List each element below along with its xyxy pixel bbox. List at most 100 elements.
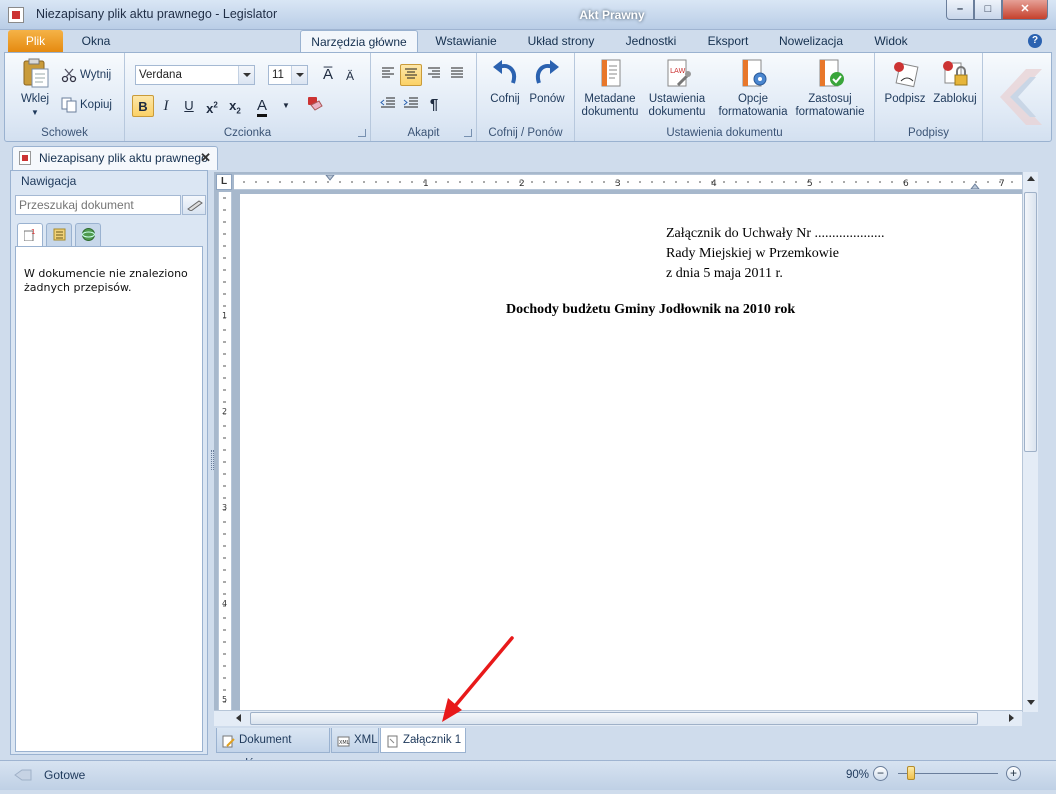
document-tab[interactable]: Niezapisany plik aktu prawnego ✕	[12, 146, 218, 170]
grow-font-button[interactable]: A̅	[317, 64, 339, 86]
bold-button[interactable]: B	[132, 95, 154, 117]
font-family-select[interactable]: Verdana	[135, 65, 255, 85]
tab-stop-selector[interactable]: L	[216, 174, 232, 190]
close-button[interactable]: ✕	[1002, 0, 1048, 20]
metadata-button[interactable]: Metadane dokumentu	[579, 57, 641, 119]
font-color-button[interactable]: A	[251, 95, 273, 117]
subscript-button[interactable]: x2	[224, 95, 246, 117]
copy-icon	[61, 97, 77, 113]
superscript-button[interactable]: x2	[201, 95, 223, 117]
apply-formatting-button[interactable]: Zastosuj formatowanie	[793, 57, 867, 119]
sign-button[interactable]: Podpisz	[881, 57, 929, 106]
no-provisions-message: W dokumencie nie znaleziono żadnych prze…	[24, 267, 188, 294]
document-heading: Dochody budżetu Gminy Jodłownik na 2010 …	[506, 302, 796, 317]
tab-file[interactable]: Plik	[8, 30, 63, 52]
tab-view[interactable]: Widok	[864, 30, 918, 52]
title-bar: Niezapisany plik aktu prawnego - Legisla…	[0, 0, 1056, 30]
horizontal-scroll-thumb[interactable]	[250, 712, 978, 725]
app-icon[interactable]	[8, 7, 24, 23]
vertical-scrollbar[interactable]	[1022, 172, 1038, 712]
zoom-out-button[interactable]: −	[873, 766, 888, 781]
font-dialog-launcher[interactable]	[358, 129, 366, 137]
tab-links[interactable]	[75, 223, 101, 246]
search-input[interactable]	[15, 195, 181, 215]
tab-provisions[interactable]: 1	[17, 223, 43, 247]
scroll-right-icon[interactable]	[1009, 714, 1014, 722]
document-tab-label: Niezapisany plik aktu prawnego	[39, 151, 208, 165]
tab-structure[interactable]	[46, 223, 72, 246]
tab-amendment[interactable]: Nowelizacja	[772, 30, 850, 52]
tab-home[interactable]: Narzędzia główne	[300, 30, 418, 53]
signatures-group-label: Podpisy	[908, 127, 949, 139]
zoom-in-button[interactable]: +	[1006, 766, 1021, 781]
close-icon[interactable]: ✕	[200, 147, 211, 169]
tab-windows[interactable]: Okna	[72, 30, 120, 52]
justify-button[interactable]	[446, 64, 468, 86]
redo-button[interactable]: Ponów	[527, 57, 567, 106]
status-text: Gotowe	[44, 768, 86, 782]
plus-icon: +	[1009, 766, 1017, 780]
tab-xml[interactable]: XML XML	[331, 728, 379, 753]
horizontal-ruler-ticks: 1 2 3 4 5 6 7	[243, 174, 1013, 190]
undo-icon	[489, 57, 521, 89]
help-icon[interactable]: ?	[1028, 34, 1042, 48]
paste-label: Wklej	[20, 93, 50, 105]
shrink-font-button[interactable]: Ä	[339, 65, 361, 87]
font-size-select[interactable]: 11	[268, 65, 308, 85]
scroll-left-icon[interactable]	[236, 714, 241, 722]
maximize-button[interactable]: □	[974, 0, 1002, 20]
align-left-button[interactable]	[377, 64, 399, 86]
vertical-ruler[interactable]: 1 2 3 4 5	[218, 192, 232, 712]
align-center-button[interactable]	[400, 64, 422, 86]
horizontal-ruler[interactable]: 1 2 3 4 5 6 7	[234, 174, 1022, 190]
italic-button[interactable]: I	[155, 95, 177, 117]
metadata-label-line1: Metadane	[584, 93, 636, 105]
document-settings-label-line1: Ustawienia	[648, 93, 706, 105]
show-marks-button[interactable]: ¶	[423, 94, 445, 116]
vertical-scroll-thumb[interactable]	[1024, 192, 1037, 452]
format-options-button[interactable]: Opcje formatowania	[717, 57, 789, 119]
document-page[interactable]: Załącznik do Uchwały Nr ................…	[240, 194, 1022, 712]
undo-button[interactable]: Cofnij	[485, 57, 525, 106]
apply-formatting-label-line1: Zastosuj	[808, 93, 852, 105]
search-button[interactable]	[182, 195, 206, 215]
document-settings-button[interactable]: LAW Ustawienia dokumentu	[645, 57, 709, 119]
tab-attachment-1[interactable]: Załącznik 1	[380, 728, 466, 753]
scroll-up-icon[interactable]	[1027, 176, 1035, 181]
underline-button[interactable]: U	[178, 95, 200, 117]
indent-marker[interactable]	[324, 174, 336, 181]
align-right-button[interactable]	[423, 64, 445, 86]
sign-icon	[889, 57, 921, 89]
svg-text:LAW: LAW	[670, 67, 685, 75]
paragraph-dialog-launcher[interactable]	[464, 129, 472, 137]
tab-main-document[interactable]: Dokument główny	[216, 728, 330, 770]
zoom-slider-thumb[interactable]	[907, 766, 915, 780]
document-icon	[19, 151, 31, 165]
ribbon: Wklej ▼ Wytnij Kopiuj Schowek Verdana 11…	[4, 52, 1052, 142]
clear-format-button[interactable]	[303, 95, 325, 117]
tab-export[interactable]: Eksport	[698, 30, 758, 52]
editor-area: L 1 2 3 4 5 6 7 1 2 3 4 5 Załącznik do Uchwały Nr …	[214, 172, 1022, 712]
lock-label: Zablokuj	[933, 93, 977, 105]
tab-insert[interactable]: Wstawianie	[428, 30, 504, 52]
font-family-value: Verdana	[139, 69, 182, 81]
zoom-level[interactable]: 90%	[846, 769, 869, 781]
tab-units[interactable]: Jednostki	[618, 30, 684, 52]
horizontal-scrollbar[interactable]	[214, 710, 1022, 726]
font-color-dropdown[interactable]: ▼	[275, 95, 297, 117]
pilcrow-icon: ¶	[429, 96, 439, 113]
paste-button[interactable]: Wklej ▼	[15, 57, 55, 119]
cut-button[interactable]: Wytnij	[61, 65, 111, 85]
copy-button[interactable]: Kopiuj	[61, 95, 112, 115]
scroll-down-icon[interactable]	[1027, 700, 1035, 705]
right-indent-marker[interactable]	[969, 183, 981, 190]
lock-button[interactable]: Zablokuj	[931, 57, 979, 106]
window-title: Niezapisany plik aktu prawnego - Legisla…	[36, 7, 278, 21]
cut-label: Wytnij	[80, 69, 112, 81]
minimize-button[interactable]: –	[946, 0, 974, 20]
increase-indent-button[interactable]	[400, 94, 422, 116]
decrease-indent-button[interactable]	[377, 94, 399, 116]
tab-page-layout[interactable]: Układ strony	[518, 30, 604, 52]
format-options-label-line1: Opcje	[737, 93, 769, 105]
redo-label: Ponów	[529, 93, 565, 105]
